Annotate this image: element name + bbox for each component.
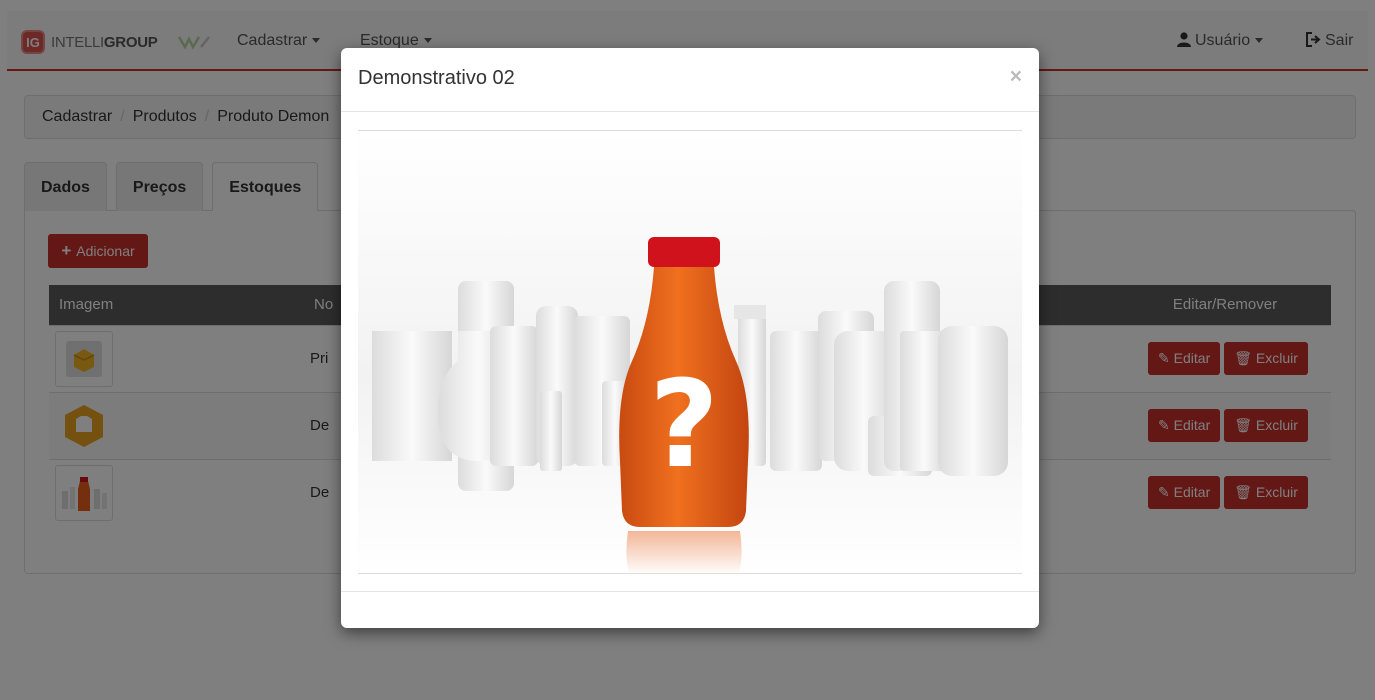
modal-footer [341,591,1039,592]
modal-image: ? [358,130,1022,574]
image-preview-modal: Demonstrativo 02 × ? [341,48,1039,628]
modal-header: Demonstrativo 02 [341,48,1039,112]
product-image: ? [358,131,1022,573]
modal-title: Demonstrativo 02 [358,67,515,89]
close-icon[interactable]: × [1010,65,1022,89]
question-mark: ? [649,356,719,495]
